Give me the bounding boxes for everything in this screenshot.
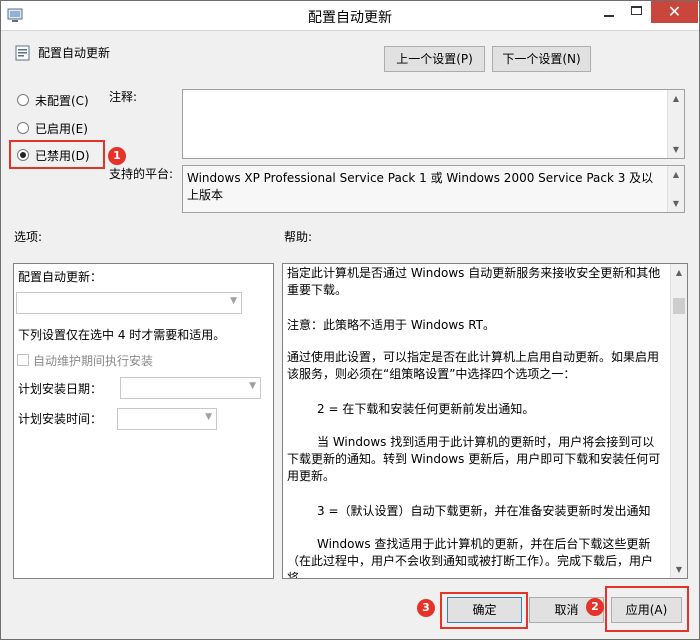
close-button[interactable]: ✕ xyxy=(651,1,698,23)
auto-update-config-select[interactable]: ▼ xyxy=(16,292,242,314)
close-icon: ✕ xyxy=(667,2,682,21)
comment-label: 注释: xyxy=(109,90,138,104)
annotation-badge: 2 xyxy=(586,598,604,616)
help-panel: 指定此计算机是否通过 Windows 自动更新服务来接收安全更新和其他重要下载。… xyxy=(282,263,688,579)
supported-platform-box: Windows XP Professional Service Pack 1 或… xyxy=(182,165,685,213)
next-setting-button[interactable]: 下一个设置(N) xyxy=(492,46,591,72)
help-paragraph: 通过使用此设置，可以指定是否在此计算机上启用自动更新。如果启用该服务，则必须在“… xyxy=(287,350,660,381)
maintenance-install-label: 自动维护期间执行安装 xyxy=(33,354,154,368)
policy-setting-icon xyxy=(15,45,30,61)
not-configured-label[interactable]: 未配置(C) xyxy=(35,92,89,109)
annotation-badge: 3 xyxy=(417,599,435,617)
supported-platform-label: 支持的平台: xyxy=(109,167,174,181)
chevron-down-icon: ▼ xyxy=(230,296,237,306)
scroll-up-icon[interactable]: ▲ xyxy=(668,90,684,107)
install-time-select[interactable]: ▼ xyxy=(117,408,217,430)
help-paragraph: 指定此计算机是否通过 Windows 自动更新服务来接收安全更新和其他重要下载。 xyxy=(287,266,661,297)
title-bar[interactable]: 配置自动更新 ✕ xyxy=(1,1,699,31)
apply-button-highlight xyxy=(605,586,689,632)
help-scrollbar[interactable]: ▲ ▼ xyxy=(670,264,687,578)
scroll-up-icon[interactable]: ▲ xyxy=(671,264,687,281)
install-day-select[interactable]: ▼ xyxy=(120,377,261,399)
applicability-note: 下列设置仅在选中 4 时才需要和适用。 xyxy=(18,328,226,342)
configure-auto-update-dialog: 配置自动更新 ✕ 配置自动更新 上一个设置(P) 下一个设置(N) 未配置(C)… xyxy=(0,0,700,640)
comment-textarea[interactable]: ▲ ▼ xyxy=(182,89,685,159)
help-paragraph: 2 = 在下载和安装任何更新前发出通知。 xyxy=(317,402,535,416)
install-time-label: 计划安装时间： xyxy=(18,412,103,426)
disabled-option-highlight xyxy=(9,140,105,169)
minimize-icon xyxy=(604,15,614,17)
scroll-down-icon[interactable]: ▼ xyxy=(668,195,684,212)
options-panel: 配置自动更新： ▼ 下列设置仅在选中 4 时才需要和适用。 自动维护期间执行安装… xyxy=(13,263,274,579)
help-paragraph: Windows 查找适用于此计算机的更新，并在后台下载这些更新（在此过程中，用户… xyxy=(287,537,654,579)
scroll-down-icon[interactable]: ▼ xyxy=(668,141,684,158)
chevron-down-icon: ▼ xyxy=(249,381,256,391)
scroll-down-icon[interactable]: ▼ xyxy=(671,561,687,578)
supported-platform-text: Windows XP Professional Service Pack 1 或… xyxy=(187,171,654,202)
platform-scrollbar[interactable]: ▲ ▼ xyxy=(667,166,684,212)
enabled-label[interactable]: 已启用(E) xyxy=(35,120,88,137)
minimize-button[interactable] xyxy=(595,1,623,23)
help-paragraph: 当 Windows 找到适用于此计算机的更新时，用户将会接到可以下载更新的通知。… xyxy=(287,435,661,483)
help-paragraph: 3 =（默认设置）自动下载更新，并在准备安装更新时发出通知 xyxy=(317,504,651,518)
policy-name-heading: 配置自动更新 xyxy=(38,46,111,60)
ok-button-highlight xyxy=(440,592,528,629)
help-paragraph: 注意：此策略不适用于 Windows RT。 xyxy=(287,318,495,332)
annotation-badge: 1 xyxy=(108,147,126,165)
chevron-down-icon: ▼ xyxy=(205,412,212,422)
help-heading: 帮助: xyxy=(284,230,313,244)
not-configured-radio[interactable] xyxy=(17,94,29,106)
options-heading: 选项: xyxy=(14,230,43,244)
auto-update-config-label: 配置自动更新： xyxy=(18,270,103,284)
maximize-button[interactable] xyxy=(623,1,651,23)
enabled-radio[interactable] xyxy=(17,122,29,134)
maintenance-install-checkbox[interactable] xyxy=(17,354,29,366)
scroll-thumb[interactable] xyxy=(673,298,685,314)
maximize-icon xyxy=(631,6,642,15)
scroll-up-icon[interactable]: ▲ xyxy=(668,166,684,183)
previous-setting-button[interactable]: 上一个设置(P) xyxy=(384,46,485,72)
comment-scrollbar[interactable]: ▲ ▼ xyxy=(667,90,684,158)
install-day-label: 计划安装日期： xyxy=(18,382,103,396)
